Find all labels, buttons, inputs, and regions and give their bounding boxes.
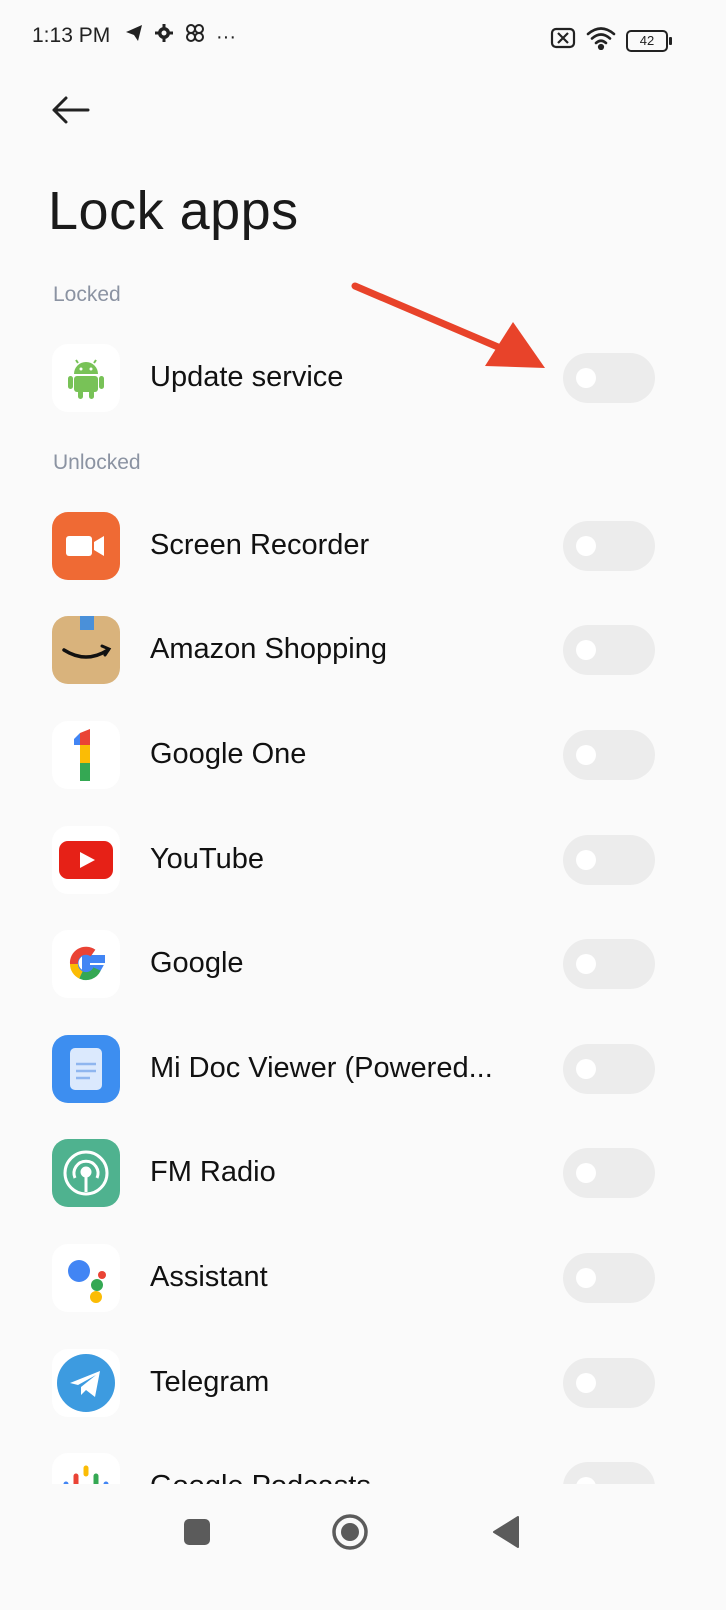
square-icon [184, 1519, 210, 1545]
app-lock-toggle[interactable] [563, 939, 655, 989]
app-name: Amazon Shopping [150, 633, 387, 665]
app-name: YouTube [150, 843, 264, 875]
app-lock-toggle[interactable] [563, 625, 655, 675]
assistant-icon [52, 1244, 120, 1312]
fm-radio-icon [52, 1139, 120, 1207]
app-lock-toggle[interactable] [563, 1148, 655, 1198]
toggle-knob [576, 368, 596, 388]
app-row-telegram[interactable]: Telegram [0, 1349, 726, 1453]
circle-home-icon [332, 1514, 368, 1550]
section-header-unlocked: Unlocked [53, 451, 141, 474]
android-icon [52, 344, 120, 412]
wifi-icon [586, 26, 616, 55]
section-header-locked: Locked [53, 283, 121, 306]
app-name: Assistant [150, 1261, 268, 1293]
update-service-toggle[interactable] [563, 353, 655, 403]
toggle-knob [576, 1268, 596, 1288]
app-lock-toggle[interactable] [563, 521, 655, 571]
telegram-icon [124, 23, 144, 51]
screen-recorder-icon [52, 512, 120, 580]
status-bar: 1:13 PM ··· 42 [0, 0, 726, 78]
triangle-back-icon [493, 1516, 519, 1548]
app-row-amazon-shopping[interactable]: Amazon Shopping [0, 616, 726, 720]
app-lock-toggle[interactable] [563, 835, 655, 885]
mi-doc-viewer-icon [52, 1035, 120, 1103]
app-name: Google [150, 947, 244, 979]
app-row-google[interactable]: Google [0, 930, 726, 1034]
app-row-youtube[interactable]: YouTube [0, 826, 726, 930]
app-lock-toggle[interactable] [563, 1044, 655, 1094]
app-row-google-one[interactable]: Google One [0, 721, 726, 825]
home-button[interactable] [320, 1502, 380, 1562]
telegram-app-icon [52, 1349, 120, 1417]
page-title: Lock apps [48, 181, 299, 241]
app-lock-toggle[interactable] [563, 1253, 655, 1303]
youtube-icon [52, 826, 120, 894]
google-icon [52, 930, 120, 998]
more-dots-icon: ··· [216, 26, 236, 48]
red-arrow-annotation [351, 282, 545, 368]
back-nav-button[interactable] [476, 1502, 536, 1562]
toggle-knob [576, 954, 596, 974]
status-time: 1:13 PM [32, 24, 111, 47]
toggle-knob [576, 745, 596, 765]
app-row-assistant[interactable]: Assistant [0, 1244, 726, 1348]
toggle-knob [576, 850, 596, 870]
toggle-knob [576, 640, 596, 660]
app-name: Screen Recorder [150, 529, 370, 561]
toggle-knob [576, 1373, 596, 1393]
gear-icon [154, 23, 174, 51]
toggle-knob [576, 1059, 596, 1079]
status-system-icons: 42 [550, 26, 672, 55]
pinwheel-icon [184, 22, 206, 52]
no-sim-icon [550, 27, 576, 54]
toggle-knob [576, 536, 596, 556]
google-one-icon [52, 721, 120, 789]
app-row-mi-doc-viewer[interactable]: Mi Doc Viewer (Powered... [0, 1035, 726, 1139]
app-name: Google One [150, 738, 307, 770]
amazon-icon [52, 616, 120, 684]
battery-icon: 42 [626, 29, 672, 52]
app-name: FM Radio [150, 1156, 276, 1188]
toggle-knob [576, 1163, 596, 1183]
navigation-bar [0, 1484, 726, 1610]
status-notification-icons: ··· [124, 22, 236, 52]
app-name: Update service [150, 361, 344, 393]
back-button[interactable] [48, 88, 96, 136]
app-name: Telegram [150, 1366, 270, 1398]
app-row-screen-recorder[interactable]: Screen Recorder [0, 512, 726, 616]
recents-button[interactable] [167, 1502, 227, 1562]
app-lock-toggle[interactable] [563, 1358, 655, 1408]
app-name: Mi Doc Viewer (Powered... [150, 1052, 493, 1084]
app-row-fm-radio[interactable]: FM Radio [0, 1139, 726, 1243]
back-arrow-icon [52, 96, 90, 124]
app-lock-toggle[interactable] [563, 730, 655, 780]
